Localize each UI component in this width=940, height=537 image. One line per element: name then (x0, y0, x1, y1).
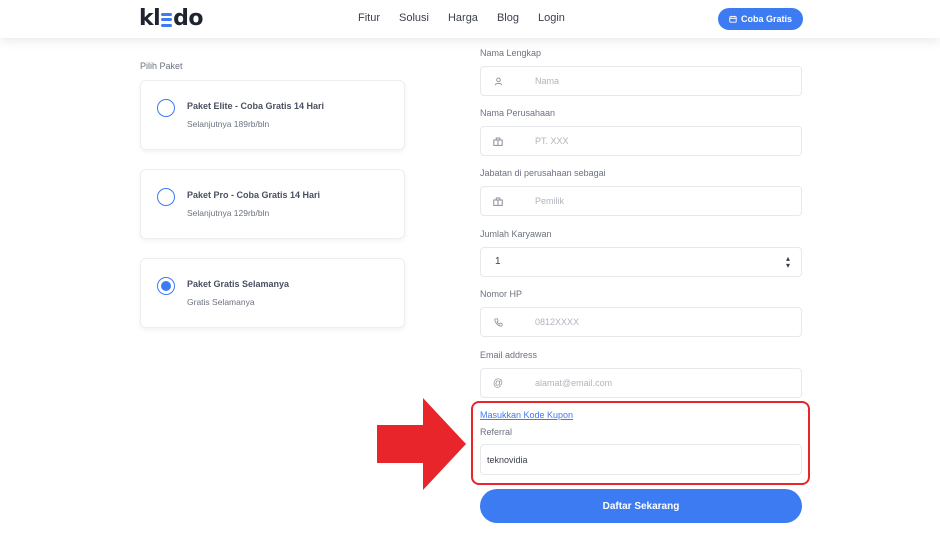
building-icon (481, 127, 515, 155)
annotation-highlight-box (471, 401, 810, 485)
building-icon (481, 187, 515, 215)
coba-gratis-label: Coba Gratis (740, 14, 792, 24)
plan-title-pro: Paket Pro - Coba Gratis 14 Hari (187, 190, 321, 200)
nav-solusi[interactable]: Solusi (399, 12, 429, 24)
plan-radio-gratis[interactable] (157, 277, 175, 295)
coba-gratis-button[interactable]: Coba Gratis (718, 8, 803, 30)
plan-subtitle-pro: Selanjutnya 129rb/bln (187, 208, 270, 218)
logo-text-start: kl (139, 6, 161, 31)
plan-card-elite[interactable]: Paket Elite - Coba Gratis 14 Hari Selanj… (140, 80, 405, 150)
email-label: Email address (480, 350, 538, 360)
daftar-sekarang-button[interactable]: Daftar Sekarang (480, 489, 802, 523)
plan-card-gratis[interactable]: Paket Gratis Selamanya Gratis Selamanya (140, 258, 405, 328)
plan-subtitle-gratis: Gratis Selamanya (187, 297, 255, 307)
navbar: kl do Fitur Solusi Harga Blog Login Coba… (0, 0, 940, 38)
karyawan-select[interactable]: 1 ▴ ▾ (480, 247, 802, 277)
hp-placeholder: 0812XXXX (535, 317, 580, 327)
plan-subtitle-elite: Selanjutnya 189rb/bln (187, 119, 270, 129)
pilih-paket-heading: Pilih Paket (140, 61, 183, 71)
nav-harga[interactable]: Harga (448, 12, 478, 24)
plan-title-elite: Paket Elite - Coba Gratis 14 Hari (187, 101, 325, 111)
annotation-arrow-icon (377, 398, 466, 490)
plan-title-gratis: Paket Gratis Selamanya (187, 279, 290, 289)
email-placeholder: alamat@email.com (535, 378, 613, 388)
at-icon: @ (492, 377, 504, 389)
nav-links: Fitur Solusi Harga Blog Login (358, 12, 584, 24)
plan-card-pro[interactable]: Paket Pro - Coba Gratis 14 Hari Selanjut… (140, 169, 405, 239)
hp-field[interactable]: 0812XXXX (480, 307, 802, 337)
nama-placeholder: Nama (535, 76, 560, 86)
perusahaan-label: Nama Perusahaan (480, 108, 556, 118)
perusahaan-field[interactable]: PT. XXX (480, 126, 802, 156)
phone-icon (481, 308, 515, 336)
jabatan-label: Jabatan di perusahaan sebagai (480, 168, 606, 178)
hp-label: Nomor HP (480, 289, 523, 299)
nama-label: Nama Lengkap (480, 48, 542, 58)
karyawan-value: 1 (495, 256, 501, 267)
perusahaan-placeholder: PT. XXX (535, 136, 569, 146)
plan-radio-elite[interactable] (157, 99, 175, 117)
logo-e-mark (161, 12, 173, 27)
jabatan-placeholder: Pemilik (535, 196, 565, 206)
kledo-logo[interactable]: kl do (139, 6, 204, 31)
nav-login[interactable]: Login (538, 12, 565, 24)
jabatan-field[interactable]: Pemilik (480, 186, 802, 216)
nav-fitur[interactable]: Fitur (358, 12, 380, 24)
nama-field[interactable]: Nama (480, 66, 802, 96)
nav-blog[interactable]: Blog (497, 12, 519, 24)
user-icon (481, 67, 515, 95)
logo-text-end: do (173, 6, 204, 31)
submit-label: Daftar Sekarang (602, 500, 680, 512)
karyawan-label: Jumlah Karyawan (480, 229, 552, 239)
plan-radio-pro[interactable] (157, 188, 175, 206)
calendar-icon (729, 15, 737, 23)
email-field[interactable]: @ alamat@email.com (480, 368, 802, 398)
select-caret-icon: ▴ ▾ (785, 254, 790, 270)
